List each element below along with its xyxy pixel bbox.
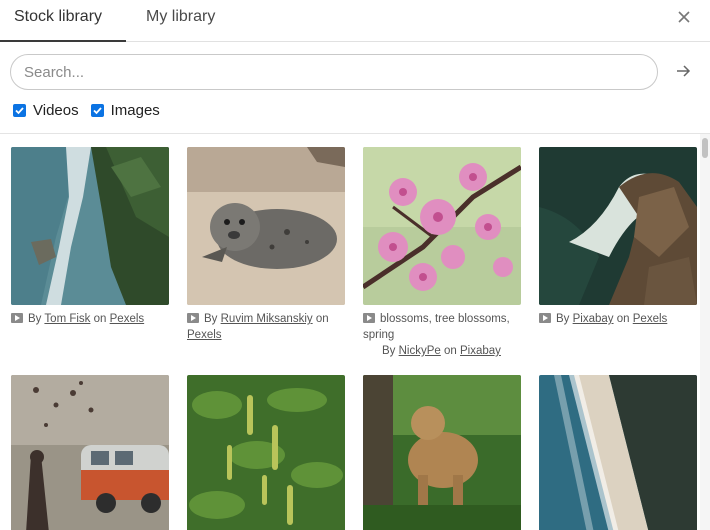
videos-filter-label: Videos	[33, 101, 79, 119]
caption-by: By	[382, 345, 396, 357]
caption-on: on	[616, 313, 630, 325]
media-card[interactable]: blossoms, tree blossoms, spring By Nicky…	[363, 147, 521, 359]
source-link[interactable]: Pixabay	[460, 345, 501, 357]
author-link[interactable]: Pixabay	[573, 313, 614, 325]
author-link[interactable]: NickyPe	[399, 345, 441, 357]
media-thumbnail[interactable]	[363, 147, 521, 305]
author-link[interactable]: Tom Fisk	[44, 313, 90, 325]
media-card[interactable]: By Tom Fisk on Pexels	[11, 147, 169, 327]
tab-stock-library[interactable]: Stock library	[0, 0, 126, 42]
media-caption: By Pixabay on Pexels	[539, 311, 697, 327]
media-caption: blossoms, tree blossoms, spring By Nicky…	[363, 311, 521, 359]
caption-on: on	[444, 345, 457, 357]
media-card[interactable]	[187, 375, 345, 530]
media-card[interactable]	[363, 375, 521, 530]
library-tabs: Stock library My library	[0, 0, 710, 42]
media-caption: By Tom Fisk on Pexels	[11, 311, 169, 327]
video-icon	[539, 313, 551, 323]
media-thumbnail[interactable]	[539, 375, 697, 530]
caption-on: on	[315, 313, 329, 325]
media-thumbnail[interactable]	[187, 147, 345, 305]
scrollbar-thumb[interactable]	[702, 138, 708, 158]
images-filter-label: Images	[110, 101, 160, 119]
images-checkbox[interactable]	[90, 103, 104, 117]
media-card[interactable]: By Ruvim Miksanskiy on Pexels	[187, 147, 345, 343]
media-caption: By Ruvim Miksanskiy on Pexels	[187, 311, 345, 343]
tab-my-library[interactable]: My library	[146, 0, 215, 42]
media-thumbnail[interactable]	[363, 375, 521, 530]
scrollbar[interactable]	[700, 134, 710, 530]
video-icon	[187, 313, 199, 323]
videos-filter[interactable]: Videos	[13, 102, 79, 119]
media-thumbnail[interactable]	[539, 147, 697, 305]
close-icon[interactable]	[676, 9, 692, 25]
search-row	[10, 54, 700, 90]
media-card[interactable]	[539, 375, 697, 530]
images-filter[interactable]: Images	[90, 101, 160, 119]
media-grid: By Tom Fisk on Pexels By Ruvim Miksanski…	[0, 134, 700, 530]
caption-by: By	[28, 313, 42, 325]
arrow-right-icon[interactable]	[674, 62, 692, 80]
media-description: blossoms, tree blossoms, spring	[363, 313, 510, 341]
media-thumbnail[interactable]	[11, 147, 169, 305]
video-icon	[11, 313, 23, 323]
media-thumbnail[interactable]	[187, 375, 345, 530]
media-thumbnail[interactable]	[11, 375, 169, 530]
source-link[interactable]: Pexels	[633, 313, 668, 325]
video-icon	[363, 313, 375, 323]
videos-checkbox[interactable]	[13, 103, 26, 117]
attribution: By NickyPe on Pixabay	[363, 343, 521, 359]
author-link[interactable]: Ruvim Miksanskiy	[221, 313, 313, 325]
caption-by: By	[556, 313, 570, 325]
media-type-filters: Videos Images	[13, 100, 172, 120]
source-link[interactable]: Pexels	[110, 313, 145, 325]
media-card[interactable]: By Pixabay on Pexels	[539, 147, 697, 327]
caption-on: on	[93, 313, 107, 325]
search-input[interactable]	[10, 54, 658, 90]
source-link[interactable]: Pexels	[187, 329, 222, 341]
media-card[interactable]	[11, 375, 169, 530]
caption-by: By	[204, 313, 218, 325]
